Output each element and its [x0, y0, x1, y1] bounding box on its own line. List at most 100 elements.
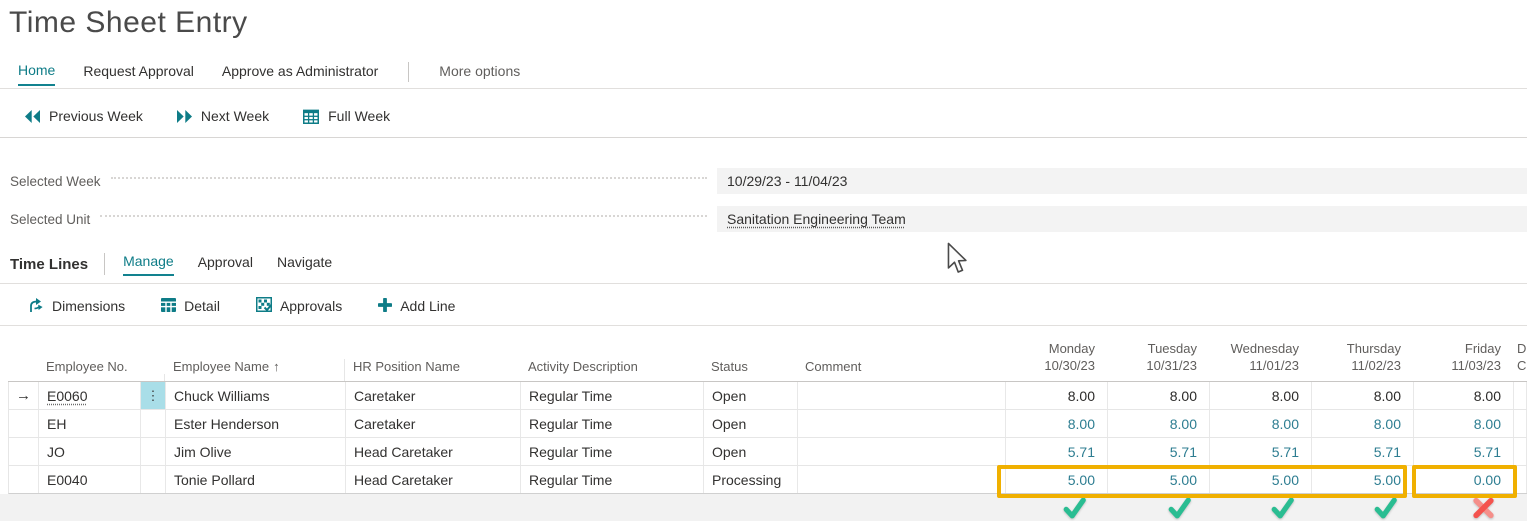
wednesday-check-icon [1270, 496, 1295, 520]
column-header-truncated[interactable]: DC [1513, 340, 1527, 381]
thursday-hours-cell[interactable]: 5.71 [1312, 438, 1414, 465]
monday-check-icon [1062, 496, 1087, 520]
employee-no-cell[interactable]: E0060 [39, 382, 141, 409]
column-header-hr-position[interactable]: HR Position Name [345, 359, 520, 381]
dotted-leader [100, 215, 707, 217]
comment-cell[interactable] [798, 410, 1006, 437]
comment-cell[interactable] [798, 382, 1006, 409]
full-week-label: Full Week [328, 108, 390, 124]
tab-approval[interactable]: Approval [198, 254, 253, 275]
tab-manage[interactable]: Manage [123, 253, 174, 276]
employee-no-cell[interactable]: E0040 [39, 466, 141, 493]
wednesday-hours-cell[interactable]: 8.00 [1210, 382, 1312, 409]
column-header-friday[interactable]: Friday11/03/23 [1413, 340, 1513, 381]
comment-cell[interactable] [798, 466, 1006, 493]
dimensions-button[interactable]: Dimensions [28, 297, 125, 316]
hr-position-cell[interactable]: Head Caretaker [346, 438, 521, 465]
approvals-button[interactable]: Approvals [256, 297, 342, 315]
table-row: JO Jim Olive Head Caretaker Regular Time… [8, 438, 1527, 466]
activity-cell[interactable]: Regular Time [521, 382, 704, 409]
detail-grid-icon [161, 298, 176, 315]
monday-hours-cell[interactable]: 8.00 [1006, 382, 1108, 409]
employee-name-cell[interactable]: Jim Olive [166, 438, 346, 465]
mouse-cursor [945, 242, 969, 279]
hr-position-cell[interactable]: Head Caretaker [346, 466, 521, 493]
column-header-activity[interactable]: Activity Description [520, 359, 703, 381]
next-week-label: Next Week [201, 108, 269, 124]
hr-position-cell[interactable]: Caretaker [346, 382, 521, 409]
friday-hours-cell[interactable]: 5.71 [1414, 438, 1514, 465]
truncated-cell[interactable] [1514, 438, 1527, 465]
selected-unit-label: Selected Unit [10, 212, 90, 227]
tab-navigate[interactable]: Navigate [277, 254, 332, 275]
activity-cell[interactable]: Regular Time [521, 466, 704, 493]
column-header-employee-name[interactable]: Employee Name ↑ [165, 359, 345, 381]
employee-no-cell[interactable]: JO [39, 438, 141, 465]
cell-context-menu-area[interactable] [141, 438, 166, 465]
column-header-thursday[interactable]: Thursday11/02/23 [1311, 340, 1413, 381]
status-cell[interactable]: Open [704, 438, 798, 465]
time-lines-tab-bar: Time Lines Manage Approval Navigate [10, 248, 356, 280]
friday-hours-cell[interactable]: 8.00 [1414, 382, 1514, 409]
approvals-grid-check-icon [256, 297, 272, 315]
more-options-button[interactable]: More options [439, 63, 520, 85]
column-header-comment[interactable]: Comment [797, 359, 1005, 381]
column-header-status[interactable]: Status [703, 359, 797, 381]
selected-unit-input[interactable]: Sanitation Engineering Team [717, 206, 1527, 232]
employee-name-cell[interactable]: Chuck Williams [166, 382, 346, 409]
monday-hours-cell[interactable]: 5.71 [1006, 438, 1108, 465]
status-cell[interactable]: Open [704, 382, 798, 409]
cell-context-menu-button[interactable]: ⋮ [141, 382, 166, 409]
add-line-plus-icon [378, 298, 392, 315]
dotted-leader [111, 177, 707, 179]
selected-unit-link[interactable]: Sanitation Engineering Team [727, 211, 906, 227]
activity-cell[interactable]: Regular Time [521, 438, 704, 465]
hr-position-cell[interactable]: Caretaker [346, 410, 521, 437]
status-cell[interactable]: Processing [704, 466, 798, 493]
friday-cross-icon [1471, 496, 1496, 520]
previous-week-button[interactable]: Previous Week [25, 108, 143, 124]
add-line-button[interactable]: Add Line [378, 298, 455, 315]
thursday-hours-cell[interactable]: 8.00 [1312, 410, 1414, 437]
next-week-button[interactable]: Next Week [177, 108, 269, 124]
column-header-employee-no[interactable]: Employee No. [38, 359, 140, 381]
selected-week-label: Selected Week [10, 174, 101, 189]
table-footer-strip [0, 494, 1527, 521]
tab-request-approval[interactable]: Request Approval [83, 63, 194, 85]
column-header-tuesday[interactable]: Tuesday10/31/23 [1107, 340, 1209, 381]
full-week-button[interactable]: Full Week [303, 108, 390, 124]
column-header-monday[interactable]: Monday10/30/23 [1005, 340, 1107, 381]
selected-week-value: 10/29/23 - 11/04/23 [727, 173, 847, 189]
wednesday-hours-cell[interactable]: 8.00 [1210, 410, 1312, 437]
employee-no-cell[interactable]: EH [39, 410, 141, 437]
cell-context-menu-area[interactable] [141, 410, 166, 437]
thursday-hours-cell[interactable]: 8.00 [1312, 382, 1414, 409]
friday-hours-cell[interactable]: 8.00 [1414, 410, 1514, 437]
tab-approve-as-administrator[interactable]: Approve as Administrator [222, 63, 378, 85]
selected-week-input[interactable]: 10/29/23 - 11/04/23 [717, 168, 1527, 194]
employee-name-cell[interactable]: Tonie Pollard [166, 466, 346, 493]
table-row: → E0060 ⋮ Chuck Williams Caretaker Regul… [8, 382, 1527, 410]
tab-home[interactable]: Home [18, 62, 55, 86]
monday-hours-cell[interactable]: 8.00 [1006, 410, 1108, 437]
comment-cell[interactable] [798, 438, 1006, 465]
employee-name-header-label: Employee Name [173, 359, 269, 374]
truncated-cell[interactable] [1514, 410, 1527, 437]
divider [0, 137, 1527, 138]
tuesday-hours-cell[interactable]: 8.00 [1108, 410, 1210, 437]
wednesday-hours-cell[interactable]: 5.71 [1210, 438, 1312, 465]
activity-cell[interactable]: Regular Time [521, 410, 704, 437]
next-week-icon [177, 110, 192, 123]
tuesday-hours-cell[interactable]: 5.71 [1108, 438, 1210, 465]
previous-week-label: Previous Week [49, 108, 143, 124]
status-cell[interactable]: Open [704, 410, 798, 437]
detail-button[interactable]: Detail [161, 298, 220, 315]
page-title: Time Sheet Entry [9, 6, 248, 40]
column-header-wednesday[interactable]: Wednesday11/01/23 [1209, 340, 1311, 381]
truncated-cell[interactable] [1514, 382, 1527, 409]
menu-separator [408, 62, 409, 82]
cell-context-menu-area[interactable] [141, 466, 166, 493]
previous-week-icon [25, 110, 40, 123]
tuesday-hours-cell[interactable]: 8.00 [1108, 382, 1210, 409]
employee-name-cell[interactable]: Ester Henderson [166, 410, 346, 437]
